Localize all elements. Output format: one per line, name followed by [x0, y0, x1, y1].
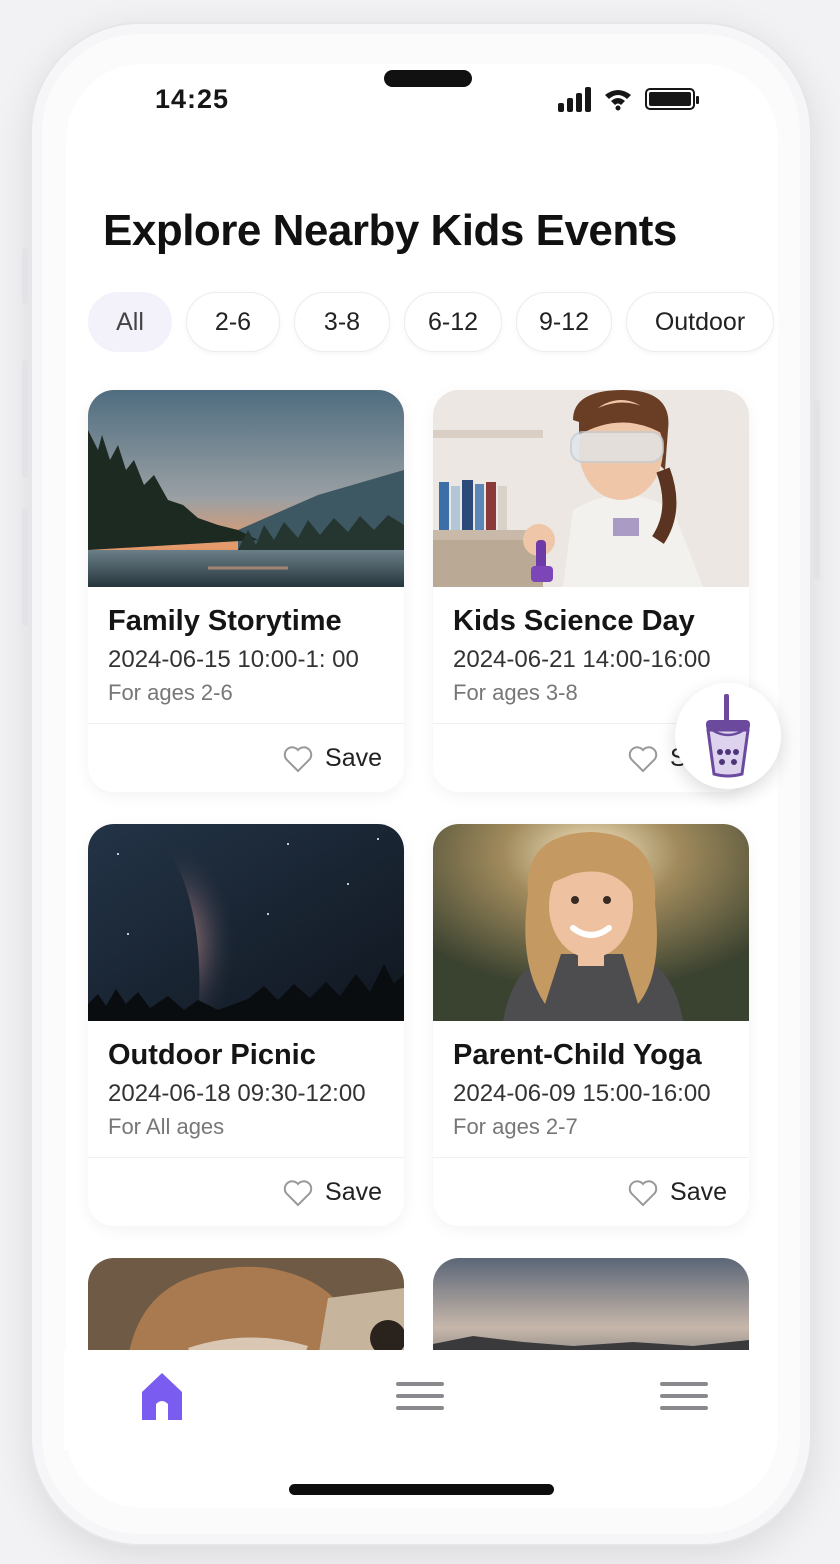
- event-ages: For ages 2-7: [453, 1114, 578, 1139]
- event-ages: For All ages: [108, 1114, 225, 1139]
- heart-icon: [628, 745, 658, 772]
- card-divider: [88, 723, 404, 724]
- event-image-girl-science-goggles: [433, 390, 749, 587]
- event-image-person-sweater: [88, 1258, 404, 1358]
- event-card-family-storytime[interactable]: Family Storytime 2024-06-15 10:00-1: 00 …: [88, 390, 404, 792]
- event-title: Outdoor Picnic: [108, 1039, 316, 1071]
- heart-icon: [283, 745, 313, 772]
- card-divider: [88, 1157, 404, 1158]
- side-button-volume-down: [22, 508, 28, 626]
- battery-icon: [645, 88, 699, 110]
- side-button-volume-up: [22, 360, 28, 478]
- event-date: 2024-06-21 14:00-16:00: [453, 646, 711, 673]
- dynamic-island: [384, 70, 472, 87]
- event-title: Kids Science Day: [453, 605, 695, 637]
- event-date: 2024-06-18 09:30-12:00: [108, 1080, 366, 1107]
- bubble-tea-icon: [706, 694, 750, 778]
- home-indicator: [289, 1484, 554, 1495]
- menu-icon: [660, 1374, 708, 1418]
- tab-home[interactable]: [132, 1368, 192, 1424]
- event-ages: For ages 3-8: [453, 680, 578, 705]
- filter-chip-6-12[interactable]: 6-12: [404, 292, 502, 352]
- filter-chip-outdoor[interactable]: Outdoor: [626, 292, 774, 352]
- filter-chips: All 2-6 3-8 6-12 9-12 Outdoor: [88, 292, 774, 352]
- side-button-mute: [22, 248, 28, 304]
- event-image-dusk-landscape: [433, 1258, 749, 1358]
- filter-chip-9-12[interactable]: 9-12: [516, 292, 612, 352]
- tab-menu[interactable]: [654, 1368, 714, 1424]
- page-title: Explore Nearby Kids Events: [103, 206, 677, 255]
- save-button[interactable]: Save: [283, 1178, 382, 1207]
- event-date: 2024-06-15 10:00-1: 00: [108, 646, 359, 673]
- save-label: Save: [670, 1178, 727, 1206]
- wifi-icon: [605, 90, 631, 111]
- list-icon: [396, 1374, 444, 1418]
- filter-chip-2-6[interactable]: 2-6: [186, 292, 280, 352]
- filter-chip-3-8[interactable]: 3-8: [294, 292, 390, 352]
- card-divider: [433, 1157, 749, 1158]
- event-title: Parent-Child Yoga: [453, 1039, 702, 1071]
- status-icons: [558, 86, 699, 112]
- tab-list[interactable]: [390, 1368, 450, 1424]
- save-label: Save: [325, 1178, 382, 1206]
- event-date: 2024-06-09 15:00-16:00: [453, 1080, 711, 1107]
- bubble-tea-fab[interactable]: [675, 683, 781, 789]
- heart-icon: [628, 1179, 658, 1206]
- save-button[interactable]: Save: [283, 744, 382, 773]
- event-card-partial-2[interactable]: [433, 1258, 749, 1358]
- event-image-lake-sunset: [88, 390, 404, 587]
- event-image-milky-way-night: [88, 824, 404, 1021]
- event-card-parent-child-yoga[interactable]: Parent-Child Yoga 2024-06-09 15:00-16:00…: [433, 824, 749, 1226]
- event-title: Family Storytime: [108, 605, 342, 637]
- event-ages: For ages 2-6: [108, 680, 233, 705]
- filter-chip-all[interactable]: All: [88, 292, 172, 352]
- save-label: Save: [325, 744, 382, 772]
- bottom-tab-bar: [64, 1350, 776, 1450]
- event-card-partial-1[interactable]: [88, 1258, 404, 1358]
- save-button[interactable]: Save: [628, 1178, 727, 1207]
- side-button-power: [814, 400, 820, 580]
- status-time: 14:25: [155, 84, 230, 114]
- event-card-outdoor-picnic[interactable]: Outdoor Picnic 2024-06-18 09:30-12:00 Fo…: [88, 824, 404, 1226]
- heart-icon: [283, 1179, 313, 1206]
- event-image-smiling-woman-portrait: [433, 824, 749, 1021]
- home-icon: [142, 1373, 182, 1420]
- signal-icon: [558, 86, 591, 112]
